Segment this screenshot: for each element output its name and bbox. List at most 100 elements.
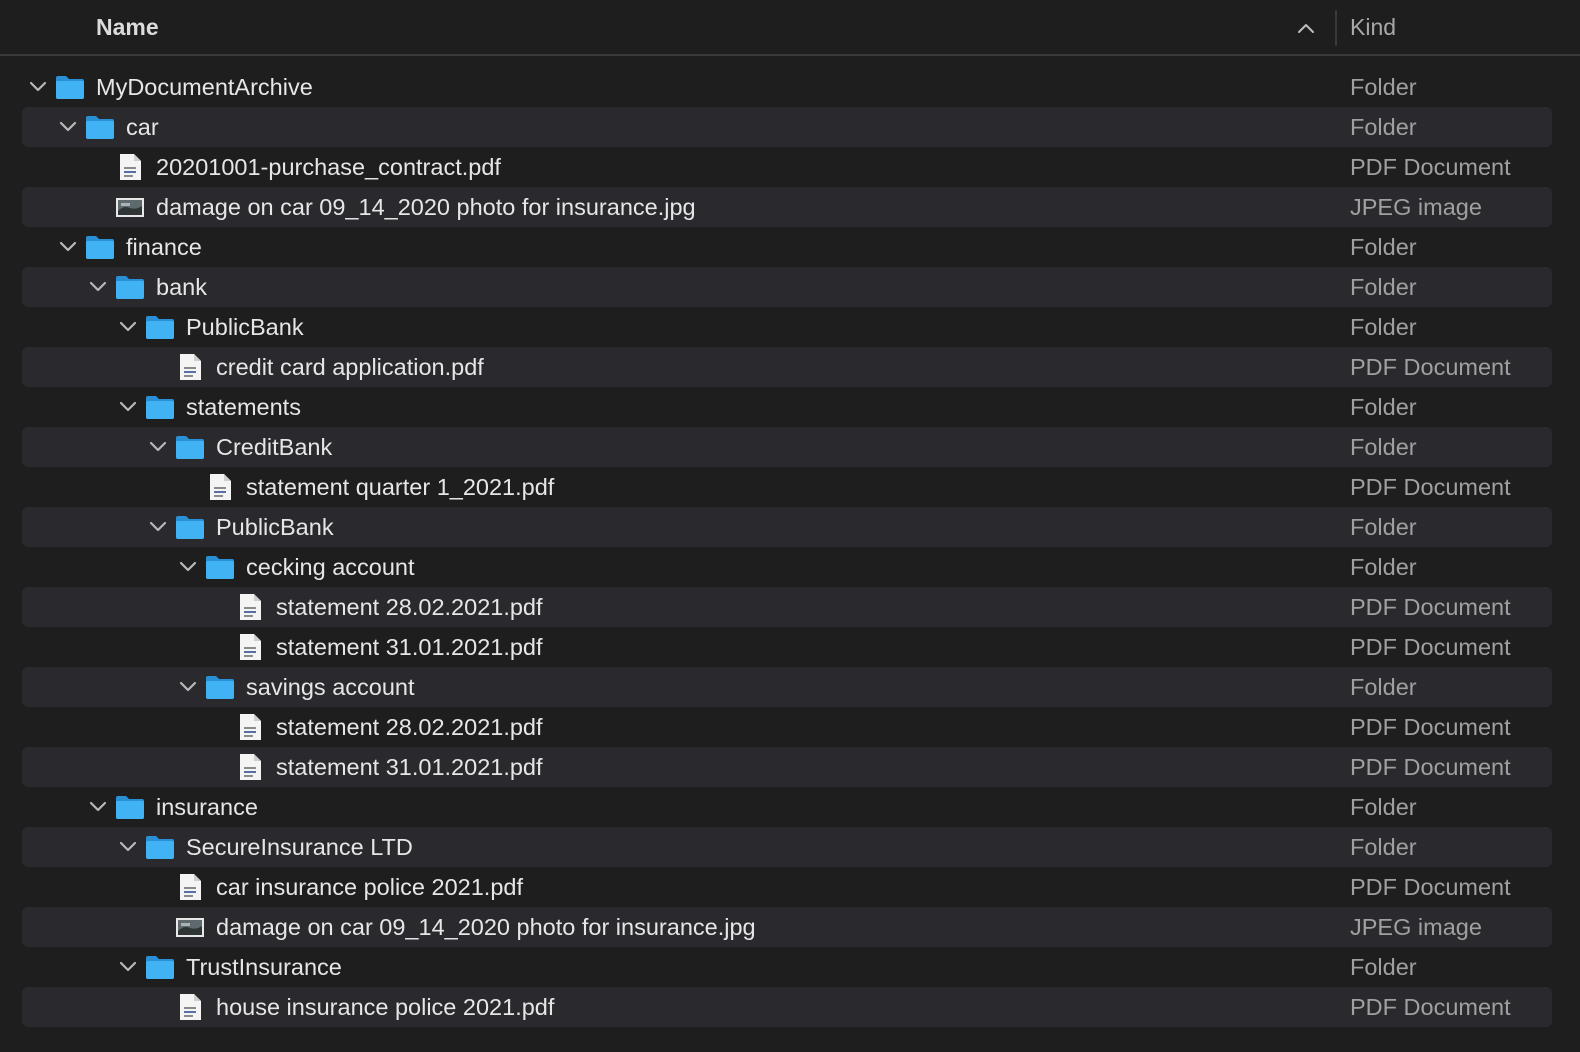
folder-row[interactable]: PublicBank Folder [0,307,1580,347]
file-row[interactable]: statement 31.01.2021.pdf PDF Document [0,627,1580,667]
item-name: credit card application.pdf [216,354,484,380]
column-divider[interactable] [1335,10,1337,46]
item-name: MyDocumentArchive [96,74,313,100]
file-row[interactable]: house insurance police 2021.pdf PDF Docum… [0,987,1580,1027]
item-name: statement 28.02.2021.pdf [276,594,543,620]
item-name: insurance [156,794,258,820]
folder-row[interactable]: TrustInsurance Folder [0,947,1580,987]
item-kind: Folder [1350,794,1417,820]
row-background [22,107,1552,147]
item-kind: Folder [1350,434,1417,460]
chevron-down-icon[interactable] [119,839,137,855]
jpeg-image-icon [175,914,205,940]
folder-row[interactable]: PublicBank Folder [0,507,1580,547]
item-name: finance [126,234,202,260]
item-name: cecking account [246,554,415,580]
chevron-down-icon[interactable] [89,799,107,815]
file-row[interactable]: credit card application.pdf PDF Document [0,347,1580,387]
item-kind: PDF Document [1350,594,1511,620]
item-name: SecureInsurance LTD [186,834,413,860]
file-row[interactable]: statement quarter 1_2021.pdf PDF Document [0,467,1580,507]
chevron-down-icon[interactable] [59,119,77,135]
column-header: Name Kind [0,0,1580,56]
folder-icon [55,74,85,100]
item-kind: PDF Document [1350,354,1511,380]
item-kind: JPEG image [1350,914,1482,940]
folder-icon [175,514,205,540]
chevron-up-icon[interactable] [1296,20,1316,36]
folder-row[interactable]: car Folder [0,107,1580,147]
chevron-down-icon[interactable] [179,679,197,695]
kind-column-header[interactable]: Kind [1350,14,1396,41]
chevron-down-icon[interactable] [89,279,107,295]
item-name: statement 31.01.2021.pdf [276,754,543,780]
chevron-down-icon[interactable] [59,239,77,255]
item-kind: Folder [1350,674,1417,700]
chevron-down-icon[interactable] [29,79,47,95]
item-name: statement 28.02.2021.pdf [276,714,543,740]
chevron-down-icon[interactable] [119,399,137,415]
pdf-document-icon [235,594,265,620]
pdf-document-icon [175,994,205,1020]
item-name: PublicBank [216,514,334,540]
item-name: car insurance police 2021.pdf [216,874,524,900]
folder-row[interactable]: finance Folder [0,227,1580,267]
item-kind: PDF Document [1350,994,1511,1020]
folder-row[interactable]: MyDocumentArchive Folder [0,67,1580,107]
folder-row[interactable]: cecking account Folder [0,547,1580,587]
finder-list-view: Name Kind MyDocumentArchive Folder car Fold… [0,0,1580,1052]
file-row[interactable]: damage on car 09_14_2020 photo for insur… [0,907,1580,947]
folder-icon [85,234,115,260]
item-kind: PDF Document [1350,154,1511,180]
chevron-down-icon[interactable] [149,439,167,455]
row-background [22,267,1552,307]
folder-icon [145,834,175,860]
item-kind: Folder [1350,314,1417,340]
item-name: damage on car 09_14_2020 photo for insur… [216,914,756,940]
file-row[interactable]: car insurance police 2021.pdf PDF Documen… [0,867,1580,907]
folder-icon [115,794,145,820]
folder-row[interactable]: savings account Folder [0,667,1580,707]
item-kind: PDF Document [1350,714,1511,740]
item-name: TrustInsurance [186,954,342,980]
pdf-document-icon [235,754,265,780]
item-name: statement 31.01.2021.pdf [276,634,543,660]
item-name: PublicBank [186,314,304,340]
name-column-header[interactable]: Name [96,14,159,41]
item-kind: PDF Document [1350,474,1511,500]
folder-row[interactable]: bank Folder [0,267,1580,307]
pdf-document-icon [115,154,145,180]
file-row[interactable]: statement 31.01.2021.pdf PDF Document [0,747,1580,787]
file-row[interactable]: 20201001-purchase_contract.pdf PDF Docume… [0,147,1580,187]
item-kind: PDF Document [1350,874,1511,900]
pdf-document-icon [235,714,265,740]
chevron-down-icon[interactable] [119,959,137,975]
item-name: 20201001-purchase_contract.pdf [156,154,501,180]
pdf-document-icon [175,354,205,380]
pdf-document-icon [205,474,235,500]
item-kind: Folder [1350,834,1417,860]
item-kind: Folder [1350,954,1417,980]
folder-icon [115,274,145,300]
folder-icon [145,314,175,340]
item-name: savings account [246,674,415,700]
file-row[interactable]: statement 28.02.2021.pdf PDF Document [0,707,1580,747]
file-row[interactable]: damage on car 09_14_2020 photo for insur… [0,187,1580,227]
item-kind: Folder [1350,74,1417,100]
item-kind: Folder [1350,554,1417,580]
chevron-down-icon[interactable] [149,519,167,535]
chevron-down-icon[interactable] [179,559,197,575]
pdf-document-icon [175,874,205,900]
chevron-down-icon[interactable] [119,319,137,335]
file-row[interactable]: statement 28.02.2021.pdf PDF Document [0,587,1580,627]
item-kind: JPEG image [1350,194,1482,220]
item-name: car [126,114,159,140]
folder-row[interactable]: CreditBank Folder [0,427,1580,467]
item-kind: Folder [1350,274,1417,300]
item-kind: Folder [1350,114,1417,140]
folder-row[interactable]: insurance Folder [0,787,1580,827]
item-name: statements [186,394,301,420]
folder-row[interactable]: SecureInsurance LTD Folder [0,827,1580,867]
folder-row[interactable]: statements Folder [0,387,1580,427]
item-kind: PDF Document [1350,754,1511,780]
